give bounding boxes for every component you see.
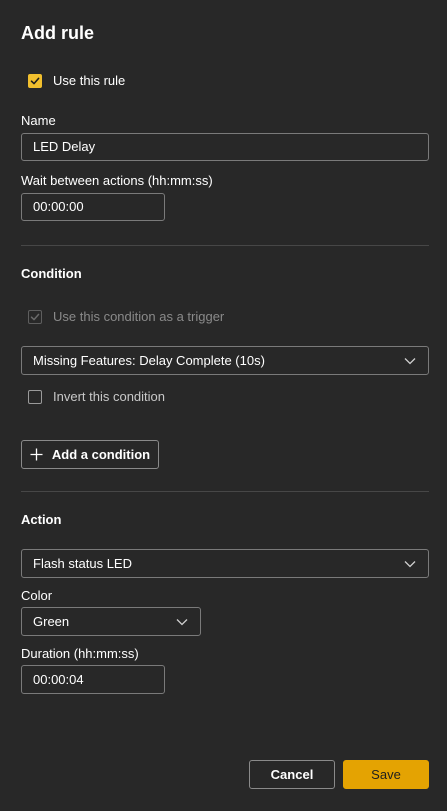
invert-label: Invert this condition (53, 389, 166, 404)
name-label: Name (21, 113, 56, 128)
invert-checkbox[interactable] (28, 390, 42, 404)
duration-label: Duration (hh:mm:ss) (21, 646, 139, 661)
duration-input-value: 00:00:04 (33, 671, 84, 687)
color-select-value: Green (33, 614, 70, 629)
cancel-button[interactable]: Cancel (249, 760, 335, 789)
save-label: Save (371, 767, 401, 782)
condition-select[interactable]: Missing Features: Delay Complete (10s) (21, 346, 429, 375)
chevron-down-icon (176, 618, 188, 625)
trigger-checkbox[interactable] (28, 310, 42, 324)
checkmark-icon (30, 77, 40, 85)
action-heading: Action (21, 512, 62, 527)
divider (21, 491, 429, 492)
cancel-label: Cancel (270, 767, 314, 782)
condition-heading: Condition (21, 266, 82, 281)
panel-title: Add rule (21, 23, 95, 43)
use-rule-checkbox[interactable] (28, 74, 42, 88)
plus-icon (30, 448, 43, 461)
chevron-down-icon (404, 560, 416, 567)
use-rule-label: Use this rule (53, 73, 126, 88)
name-input-value: LED Delay (33, 139, 96, 154)
trigger-label: Use this condition as a trigger (53, 309, 225, 324)
divider (21, 245, 429, 246)
duration-input[interactable]: 00:00:04 (21, 665, 165, 694)
color-select[interactable]: Green (21, 607, 201, 636)
wait-input[interactable]: 00:00:00 (21, 193, 165, 221)
wait-label: Wait between actions (hh:mm:ss) (21, 173, 213, 188)
action-select-value: Flash status LED (33, 556, 132, 571)
color-label: Color (21, 588, 53, 603)
add-condition-button[interactable]: Add a condition (21, 440, 159, 469)
condition-select-value: Missing Features: Delay Complete (10s) (33, 353, 265, 368)
name-input[interactable]: LED Delay (21, 133, 429, 161)
checkmark-icon (30, 313, 40, 321)
wait-input-value: 00:00:00 (33, 199, 84, 214)
action-select[interactable]: Flash status LED (21, 549, 429, 578)
chevron-down-icon (404, 357, 416, 364)
save-button[interactable]: Save (343, 760, 429, 789)
add-condition-label: Add a condition (51, 447, 151, 462)
